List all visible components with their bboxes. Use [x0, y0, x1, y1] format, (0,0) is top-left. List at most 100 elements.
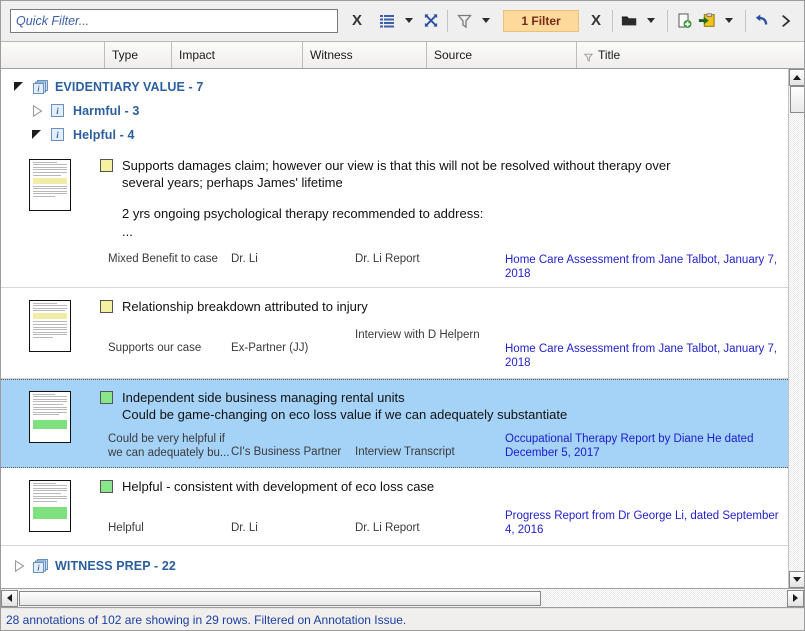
annotation-body: Relationship breakdown attributed to inj… [100, 298, 788, 370]
quick-filter-wrapper [10, 8, 339, 33]
folder-dropdown-button[interactable] [640, 6, 662, 36]
clear-filters-button[interactable]: X [585, 6, 607, 36]
color-swatch [100, 159, 113, 172]
table-row[interactable]: Relationship breakdown attributed to inj… [0, 288, 788, 379]
cell-impact: Supports our case [108, 342, 202, 354]
scroll-up-button[interactable] [788, 69, 805, 86]
add-document-icon-svg [678, 13, 692, 28]
add-document-icon[interactable] [673, 6, 695, 36]
column-header-source-label: Source [434, 48, 473, 62]
shuffle-icon-svg [424, 14, 438, 27]
scroll-left-button[interactable] [1, 589, 18, 607]
color-swatch [100, 300, 113, 313]
clipboard-paste-icon[interactable] [695, 6, 718, 36]
tree-group-harmful[interactable]: i Harmful - 3 [0, 99, 788, 123]
stacked-issue-icon: i [33, 559, 48, 573]
paste-dropdown-button[interactable] [718, 6, 740, 36]
shuffle-icon[interactable] [420, 6, 442, 36]
tree-group-label: Harmful - 3 [73, 104, 140, 118]
cell-source: Dr. Li Report [355, 253, 420, 265]
cell-document-title[interactable]: Progress Report from Dr George Li, dated… [505, 509, 784, 537]
document-thumbnail[interactable] [29, 391, 71, 443]
scroll-right-button[interactable] [787, 589, 804, 607]
tree-group-label: WITNESS PREP - 22 [55, 559, 176, 573]
document-thumbnail[interactable] [29, 300, 71, 352]
issue-icon: i [51, 128, 66, 142]
vertical-scrollbar[interactable] [788, 69, 805, 588]
annotation-title: Supports damages claim; however our view… [122, 158, 671, 190]
column-header-witness-label: Witness [310, 48, 353, 62]
document-thumbnail[interactable] [29, 480, 71, 532]
next-page-button[interactable] [773, 6, 799, 36]
table-row-selected[interactable]: Independent side business managing renta… [0, 379, 788, 468]
table-row[interactable]: Supports damages claim; however our view… [0, 147, 788, 288]
tree-group-evidentiary-value[interactable]: i EVIDENTIARY VALUE - 7 [0, 75, 788, 99]
column-header-row: Type Impact Witness Source Title [0, 42, 805, 69]
column-header-blank[interactable] [0, 42, 105, 68]
tree-group-label: Helpful - 4 [73, 128, 135, 142]
triangle-down-icon [32, 129, 41, 139]
expand-toggle-icon[interactable] [32, 105, 45, 118]
tree-group-witness-prep[interactable]: i WITNESS PREP - 22 [0, 554, 788, 578]
undo-icon[interactable] [751, 6, 773, 36]
expand-toggle-icon[interactable] [14, 81, 27, 94]
annotation-body: Independent side business managing renta… [100, 389, 788, 460]
color-swatch [100, 391, 113, 404]
clipboard-paste-icon-svg [699, 13, 715, 27]
folder-icon-svg [621, 16, 637, 26]
triangle-down-icon [793, 577, 801, 582]
svg-text:i: i [56, 130, 59, 140]
table-row[interactable]: Helpful - consistent with development of… [0, 468, 788, 546]
funnel-icon[interactable] [453, 6, 475, 36]
cell-witness: Ex-Partner (JJ) [231, 342, 309, 354]
clear-quick-filter-button[interactable]: X [346, 6, 368, 36]
search-input[interactable] [10, 8, 339, 33]
cell-document-title[interactable]: Home Care Assessment from Jane Talbot, J… [505, 253, 784, 281]
triangle-right-icon [14, 560, 25, 572]
thumbnail-cell [0, 389, 100, 460]
annotation-tree[interactable]: i EVIDENTIARY VALUE - 7 i Harmful - 3 i … [0, 69, 788, 588]
list-icon-svg [380, 14, 395, 27]
status-badge[interactable]: 1 Filter [503, 9, 580, 32]
cell-witness: Dr. Li [231, 253, 258, 265]
horizontal-scrollbar-thumb[interactable] [19, 590, 541, 606]
thumbnail-cell [0, 298, 100, 370]
triangle-left-icon [7, 594, 12, 602]
status-bar: 28 annotations of 102 are showing in 29 … [0, 608, 805, 631]
list-dropdown-button[interactable] [398, 6, 420, 36]
list-icon[interactable] [376, 6, 398, 36]
tree-group-helpful[interactable]: i Helpful - 4 [0, 123, 788, 147]
column-header-witness[interactable]: Witness [303, 42, 427, 68]
expand-toggle-icon[interactable] [32, 129, 45, 142]
funnel-dropdown-button[interactable] [475, 6, 497, 36]
column-header-impact[interactable]: Impact [172, 42, 303, 68]
annotation-subtitle: Could be game-changing on eco loss value… [122, 407, 568, 422]
column-header-type-label: Type [112, 48, 139, 62]
annotation-body-text: 2 yrs ongoing psychological therapy reco… [122, 206, 484, 221]
cell-document-title[interactable]: Home Care Assessment from Jane Talbot, J… [505, 329, 784, 370]
cell-source: Dr. Li Report [355, 522, 420, 534]
thumbnail-cell [0, 478, 100, 537]
column-header-title-label: Title [598, 48, 621, 62]
vertical-scrollbar-thumb[interactable] [789, 86, 805, 113]
stacked-issue-icon: i [33, 80, 48, 94]
undo-icon-svg [756, 14, 768, 25]
expand-toggle-icon[interactable] [14, 560, 27, 573]
toolbar-separator-4 [745, 9, 747, 32]
chevron-down-icon [647, 18, 656, 23]
scroll-down-button[interactable] [788, 571, 805, 588]
chevron-down-icon [405, 18, 414, 23]
cell-witness: CI's Business Partner [231, 446, 342, 458]
horizontal-scrollbar[interactable] [0, 589, 805, 608]
column-header-source[interactable]: Source [427, 42, 577, 68]
column-header-type[interactable]: Type [105, 42, 172, 68]
annotation-body-ellipsis: ... [122, 224, 133, 239]
cell-document-title[interactable]: Occupational Therapy Report by Diane He … [505, 432, 784, 460]
color-swatch [100, 480, 113, 493]
cell-source: Interview Transcript [355, 446, 455, 458]
folder-icon[interactable] [618, 6, 640, 36]
annotation-title: Relationship breakdown attributed to inj… [122, 299, 368, 314]
cell-impact: Could be very helpful if we can adequate… [108, 433, 230, 459]
column-header-title[interactable]: Title [577, 42, 805, 68]
document-thumbnail[interactable] [29, 159, 71, 211]
